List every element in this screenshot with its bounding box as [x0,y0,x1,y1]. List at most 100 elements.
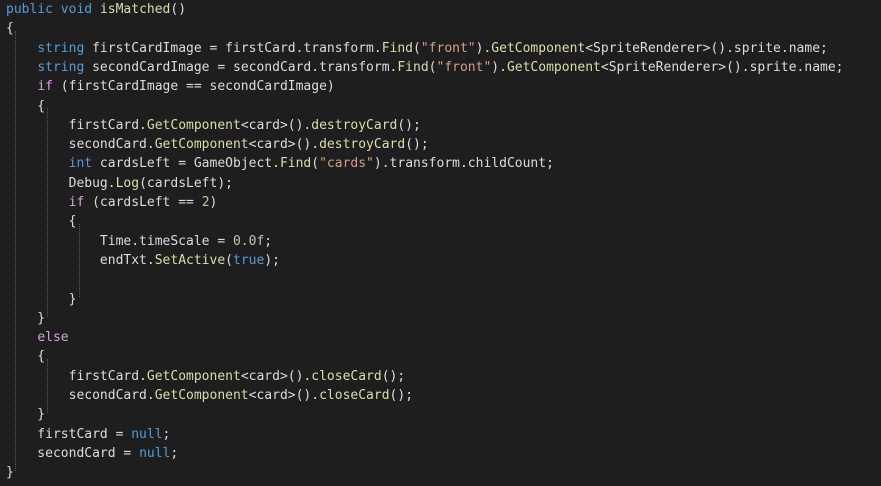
code-token: Find [397,59,429,75]
code-token: (); [381,368,406,384]
code-line: if (firstCardImage == secondCardImage) [6,77,335,96]
code-token: closeCard [311,368,382,384]
code-token: () [170,2,187,17]
code-token: GetComponent [146,117,241,133]
code-token: int [68,156,93,172]
code-token: ( [225,252,233,268]
code-token: if [68,195,85,210]
code-token: Debug. [6,175,116,191]
code-editor[interactable]: public void isMatched() { string firstCar… [0,0,881,486]
code-token: ( [311,156,320,172]
code-token: 0.0f [232,233,265,249]
code-token: string [37,59,85,75]
code-token: endTxt. [6,252,155,268]
code-line: } [6,309,45,328]
code-token: null [131,426,163,442]
code-token: true [233,252,265,268]
code-token: "cards" [319,156,374,172]
code-token: public [6,2,53,17]
code-token: firstCard. [6,117,147,133]
code-token: firstCardImage = firstCard.transform. [84,40,382,56]
code-line: firstCard.GetComponent<card>().destroyCa… [6,116,421,135]
code-token: ; [162,426,171,442]
code-token: void [60,2,93,17]
code-token: GetComponent [491,40,586,56]
code-token: secondCardImage = secondCard.transform. [84,59,398,75]
code-token: GetComponent [506,59,601,75]
code-token: ). [475,40,492,56]
code-token: } [6,407,46,423]
code-line: else [6,328,69,347]
code-token: ); [264,252,280,268]
code-token: GetComponent [154,388,249,403]
code-line: firstCard.GetComponent<card>().closeCard… [6,367,406,386]
code-line: if (cardsLeft == 2) [6,193,218,212]
code-token: { [6,214,77,230]
code-token: GetComponent [154,137,249,153]
code-token: secondCard. [6,137,155,153]
code-token: ) [209,195,218,210]
code-line: string firstCardImage = firstCard.transf… [6,39,828,58]
code-token: Log [115,175,140,191]
code-line: public void isMatched() [6,0,186,19]
code-token: "front" [420,40,476,56]
code-token: SetActive [154,252,226,268]
code-token: Time.timeScale = [6,233,233,249]
code-line: secondCard.GetComponent<card>().destroyC… [6,135,429,154]
code-token: closeCard [319,388,390,403]
code-token: <card>(). [240,117,312,133]
code-token: <SpriteRenderer>().sprite.name; [600,59,844,75]
code-line: Debug.Log(cardsLeft); [6,174,233,193]
code-token: <card>(). [248,137,320,153]
code-token: ( [428,59,437,75]
code-token: "front" [436,59,492,75]
code-token: { [6,21,14,37]
code-token: null [139,445,171,461]
code-token: (firstCardImage == secondCardImage) [52,79,335,95]
code-token: ).transform.childCount; [373,156,554,172]
code-line: int cardsLeft = GameObject.Find("cards")… [6,154,554,173]
code-line: { [6,212,77,231]
code-token: if [37,79,53,95]
code-line: Time.timeScale = 0.0f; [6,232,272,251]
code-line: } [6,405,45,424]
code-token: (cardsLeft == [84,195,202,210]
code-line: secondCard = null; [6,444,178,463]
code-line: { [6,19,14,38]
code-token: { [6,98,46,114]
code-token: ). [491,59,507,75]
code-line: { [6,347,45,366]
code-token: <SpriteRenderer>().sprite.name; [585,40,828,56]
code-token: Find [381,40,414,56]
code-token: GetComponent [146,368,241,384]
code-token: ; [264,233,273,249]
code-token: } [6,291,77,307]
code-token: Find [279,156,312,172]
code-token: ; [170,445,179,461]
code-line: endTxt.SetActive(true); [6,251,280,270]
code-token: <card>(). [248,388,320,403]
code-token: (cardsLeft); [139,175,233,191]
code-line: } [6,463,14,482]
code-token: <card>(). [240,368,312,384]
code-token: } [6,310,46,326]
code-token: (); [397,117,421,133]
code-line: secondCard.GetComponent<card>().closeCar… [6,386,413,405]
code-token: (); [405,137,429,153]
code-token: } [6,465,14,481]
code-line: firstCard = null; [6,425,170,444]
code-token: else [37,330,69,346]
code-token: (); [389,388,414,403]
code-line: { [6,97,45,116]
code-token: secondCard = [6,445,140,461]
code-token: string [37,40,85,56]
code-token: ( [413,40,421,56]
code-token: destroyCard [311,117,398,133]
